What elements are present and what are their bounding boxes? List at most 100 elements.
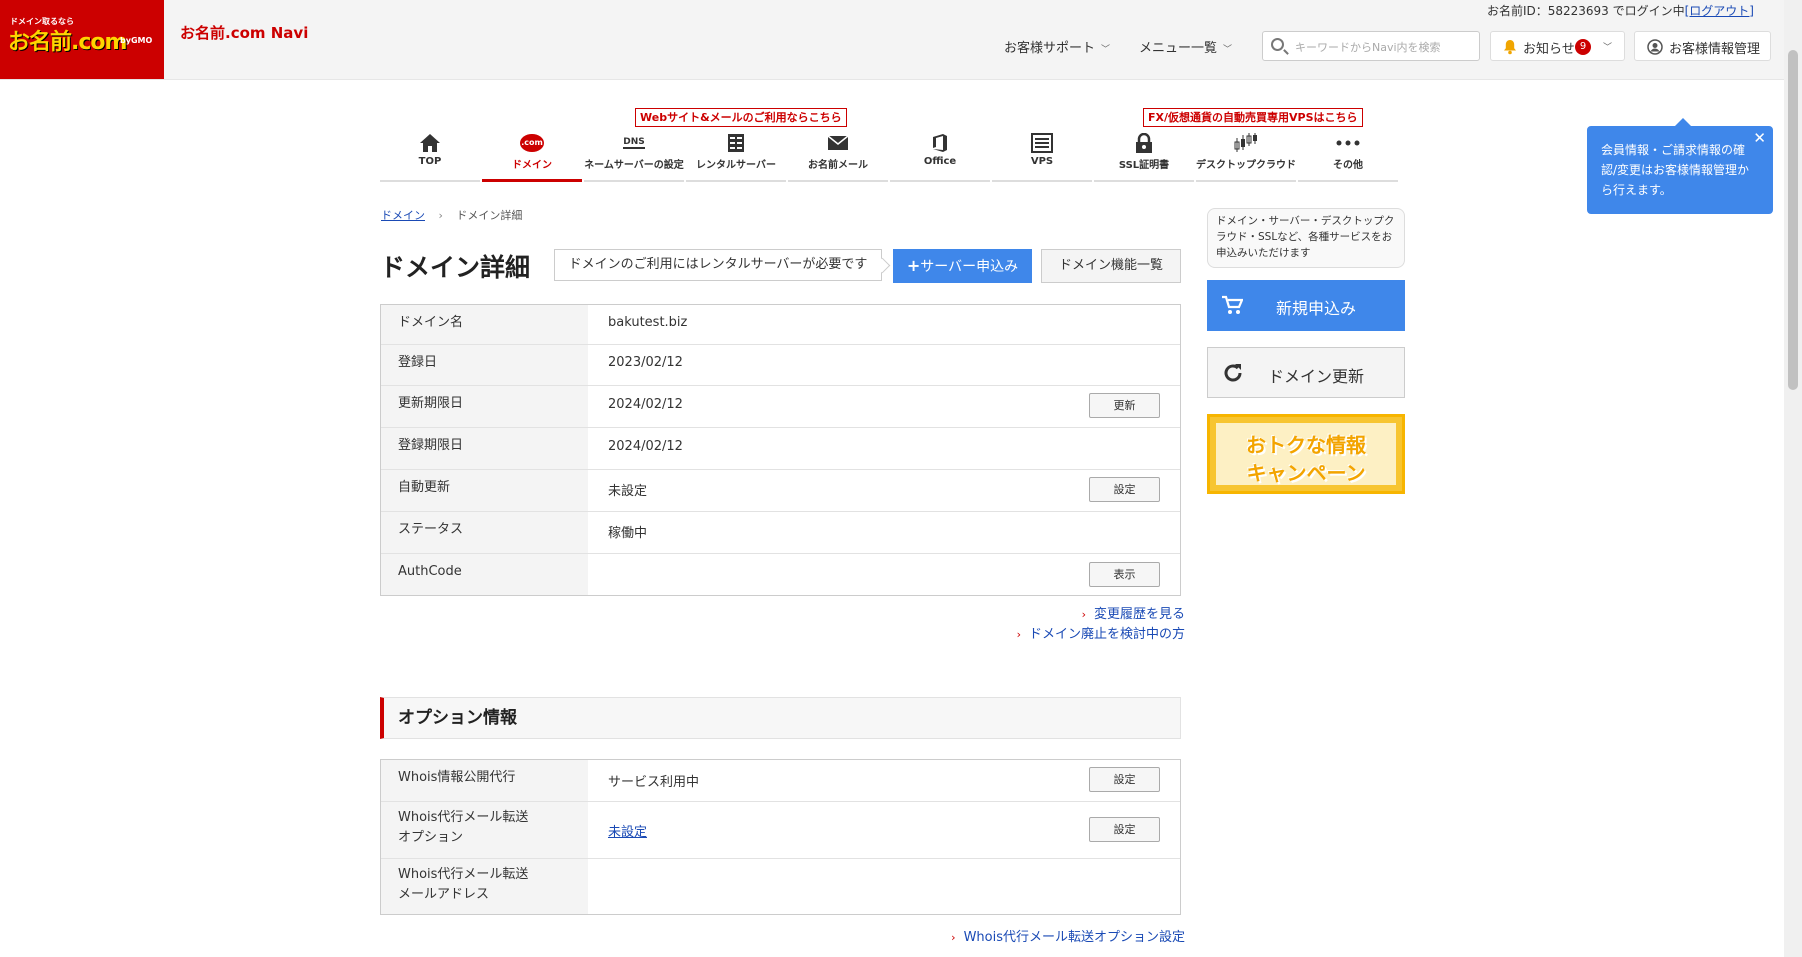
server-apply-button[interactable]: +サーバー申込み <box>893 249 1032 283</box>
gnav-item-desktop-cloud[interactable]: デスクトップクラウド <box>1196 130 1296 182</box>
scrollbar-thumb[interactable] <box>1788 50 1798 390</box>
menu-list[interactable]: メニュー一覧 ﹀ <box>1139 37 1232 56</box>
gnav-label: デスクトップクラウド <box>1196 160 1296 171</box>
option-info-heading: オプション情報 <box>380 697 1181 739</box>
lock-icon <box>1136 133 1152 153</box>
status-value: 稼働中 <box>608 526 648 541</box>
plus-icon: + <box>906 256 921 275</box>
notifications-count-badge: 9 <box>1575 39 1591 55</box>
breadcrumb: ドメイン › ドメイン詳細 <box>381 207 522 223</box>
vps-icon <box>1031 133 1053 153</box>
gnav-label: お名前メール <box>808 160 868 171</box>
table-row: Whois代行メール転送 メールアドレス <box>381 858 1180 914</box>
top-bar: ドメイン取るなら お名前.com byGMO お名前.com Navi お名前I… <box>0 0 1784 80</box>
dotcom-icon: .com <box>520 134 544 152</box>
navi-search <box>1262 31 1480 61</box>
table-row: 自動更新 未設定 設定 <box>381 469 1180 511</box>
dns-icon: DNS <box>623 137 645 149</box>
gnav-item-vps[interactable]: VPS <box>992 130 1092 182</box>
server-icon <box>728 134 744 152</box>
whois-forward-setting-link[interactable]: › Whois代行メール転送オプション設定 <box>951 926 1185 945</box>
close-icon[interactable]: ✕ <box>1753 128 1766 148</box>
gnav-item-rental-server[interactable]: レンタルサーバー <box>686 130 786 182</box>
row-label: メールアドレス <box>398 887 490 902</box>
table-row: Whois情報公開代行 サービス利用中 設定 <box>381 760 1180 801</box>
search-input[interactable] <box>1293 36 1477 58</box>
web-mail-callout[interactable]: Webサイト&メールのご利用ならこちら <box>635 108 847 127</box>
gnav-item-top[interactable]: TOP <box>380 130 480 182</box>
whois-forward-setting-label: Whois代行メール転送オプション設定 <box>963 930 1185 945</box>
domain-renew-label: ドメイン更新 <box>1267 367 1364 386</box>
change-history-link[interactable]: › 変更履歴を見る <box>1082 603 1185 622</box>
logo-gmo: byGMO <box>120 36 153 45</box>
new-apply-label: 新規申込み <box>1275 299 1356 318</box>
domain-renew-button[interactable]: ドメイン更新 <box>1207 347 1405 398</box>
chevron-right-icon: › <box>951 931 956 944</box>
row-label: 自動更新 <box>398 480 451 495</box>
row-label: 登録日 <box>398 355 438 370</box>
gnav-label: SSL証明書 <box>1118 160 1170 171</box>
chevron-right-icon: › <box>1081 608 1086 621</box>
domain-name-value: bakutest.biz <box>608 315 688 330</box>
login-id-text: お名前ID：58223693 でログイン中 <box>1486 4 1685 18</box>
registration-deadline-value: 2024/02/12 <box>608 439 683 454</box>
campaign-subtitle: キャンペーン <box>1246 461 1366 485</box>
table-row: 登録期限日 2024/02/12 <box>381 427 1180 469</box>
account-button[interactable]: お客様情報管理 <box>1634 31 1771 61</box>
option-table: Whois情報公開代行 サービス利用中 設定 Whois代行メール転送 オプショ… <box>380 759 1181 915</box>
row-label: 更新期限日 <box>398 396 464 411</box>
support-menu[interactable]: お客様サポート ﹀ <box>1004 37 1110 56</box>
mail-forward-unset-link[interactable]: 未設定 <box>608 825 647 840</box>
chevron-down-icon: ﹀ <box>1223 45 1233 55</box>
chevron-down-icon: ﹀ <box>1101 45 1111 55</box>
change-history-label: 変更履歴を見る <box>1093 607 1185 622</box>
authcode-show-button[interactable]: 表示 <box>1089 562 1160 587</box>
new-apply-button[interactable]: 新規申込み <box>1207 280 1405 331</box>
sidebar-info-box: ドメイン・サーバー・デスクトップクラウド・SSLなど、各種サービスをお申込みいた… <box>1207 208 1405 268</box>
table-row: Whois代行メール転送 オプション 未設定 設定 <box>381 801 1180 858</box>
breadcrumb-domain-link[interactable]: ドメイン <box>381 209 425 222</box>
gnav-item-nameserver[interactable]: DNS ネームサーバーの設定 <box>584 130 684 182</box>
page-scrollbar[interactable] <box>1784 0 1802 957</box>
row-label: ドメイン名 <box>398 315 464 330</box>
breadcrumb-separator: › <box>438 209 443 222</box>
registration-date-value: 2023/02/12 <box>608 355 683 370</box>
table-row: AuthCode 表示 <box>381 553 1180 595</box>
campaign-banner[interactable]: おトクな情報 キャンペーン <box>1207 414 1405 494</box>
domain-functions-button[interactable]: ドメイン機能一覧 <box>1041 249 1181 283</box>
domain-detail-table: ドメイン名 bakutest.biz 登録日 2023/02/12 更新期限日 … <box>380 304 1181 596</box>
logo-text: お名前.com <box>8 30 127 55</box>
office-icon <box>933 134 947 152</box>
server-apply-label: サーバー申込み <box>920 259 1019 275</box>
renew-button[interactable]: 更新 <box>1089 393 1160 418</box>
home-icon <box>420 134 440 152</box>
notifications-button[interactable]: お知らせ 9 ﹀ <box>1490 31 1625 61</box>
row-label: Whois情報公開代行 <box>398 770 516 785</box>
gnav-item-ssl[interactable]: SSL証明書 <box>1094 130 1194 182</box>
gnav-item-mail[interactable]: お名前メール <box>788 130 888 182</box>
whois-proxy-setting-button[interactable]: 設定 <box>1089 767 1160 792</box>
gnav-item-office[interactable]: Office <box>890 130 990 182</box>
page-title: ドメイン詳細 <box>380 253 531 282</box>
row-label: ステータス <box>398 522 464 537</box>
row-label: Whois代行メール転送 <box>398 810 529 825</box>
logout-link[interactable]: [ログアウト] <box>1685 4 1754 18</box>
chevron-down-icon: ﹀ <box>1603 43 1613 53</box>
domain-abolish-link[interactable]: › ドメイン廃止を検討中の方 <box>1017 623 1185 642</box>
search-icon[interactable] <box>1271 38 1284 51</box>
fx-vps-callout[interactable]: FX/仮想通貨の自動売買専用VPSはこちら <box>1143 108 1363 127</box>
onamae-logo[interactable]: ドメイン取るなら お名前.com byGMO <box>0 0 164 79</box>
notifications-label: お知らせ <box>1523 42 1575 57</box>
user-icon <box>1647 39 1663 55</box>
mail-forward-setting-button[interactable]: 設定 <box>1089 817 1160 842</box>
whois-proxy-value: サービス利用中 <box>608 775 700 790</box>
auto-renew-value: 未設定 <box>608 484 648 499</box>
gnav-item-domain[interactable]: .com ドメイン <box>482 130 582 182</box>
auto-renew-setting-button[interactable]: 設定 <box>1089 477 1160 502</box>
table-row: 登録日 2023/02/12 <box>381 344 1180 385</box>
bell-icon <box>1504 40 1516 55</box>
row-label: AuthCode <box>398 564 462 579</box>
gnav-item-more[interactable]: その他 <box>1298 130 1398 182</box>
row-label: オプション <box>398 830 464 845</box>
support-menu-label: お客様サポート <box>1004 41 1096 56</box>
